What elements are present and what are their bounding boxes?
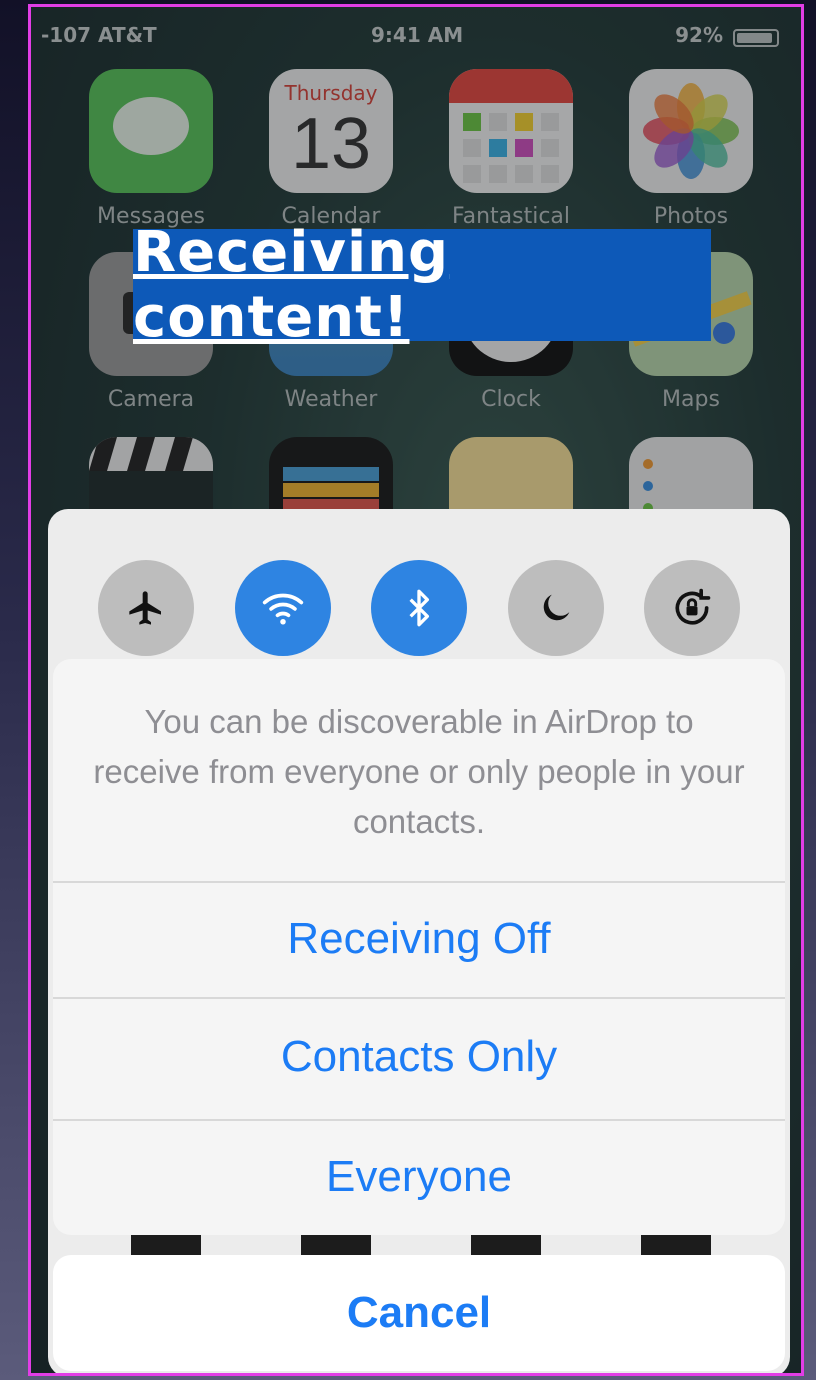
wifi-icon — [262, 593, 304, 625]
page-indicator-dots: ● ● — [403, 1373, 432, 1376]
moon-icon — [543, 594, 570, 621]
airdrop-action-sheet: You can be discoverable in AirDrop to re… — [53, 659, 785, 1235]
bluetooth-icon — [409, 589, 429, 627]
rotation-lock-toggle[interactable] — [644, 560, 740, 656]
divider — [53, 997, 785, 999]
dock-icon-peek — [131, 1235, 201, 1255]
bluetooth-toggle[interactable] — [371, 560, 467, 656]
do-not-disturb-toggle[interactable] — [508, 560, 604, 656]
phone-screen-frame: -107 AT&T 9:41 AM 92% Messages Thursday … — [28, 4, 804, 1376]
cancel-button[interactable]: Cancel — [53, 1255, 785, 1371]
receiving-content-banner: Receiving content! — [133, 220, 711, 350]
contacts-only-option[interactable]: Contacts Only — [53, 1001, 785, 1113]
wifi-toggle[interactable] — [235, 560, 331, 656]
dock-icon-peek — [301, 1235, 371, 1255]
banner-text: Receiving content! — [133, 220, 450, 350]
dock-icon-peek — [641, 1235, 711, 1255]
receiving-off-option[interactable]: Receiving Off — [53, 883, 785, 995]
rotation-lock-icon — [675, 588, 711, 625]
everyone-option[interactable]: Everyone — [53, 1121, 785, 1233]
dock-icon-peek — [471, 1235, 541, 1255]
airdrop-message: You can be discoverable in AirDrop to re… — [93, 703, 745, 840]
airplane-icon — [129, 591, 161, 625]
airplane-mode-toggle[interactable] — [98, 560, 194, 656]
